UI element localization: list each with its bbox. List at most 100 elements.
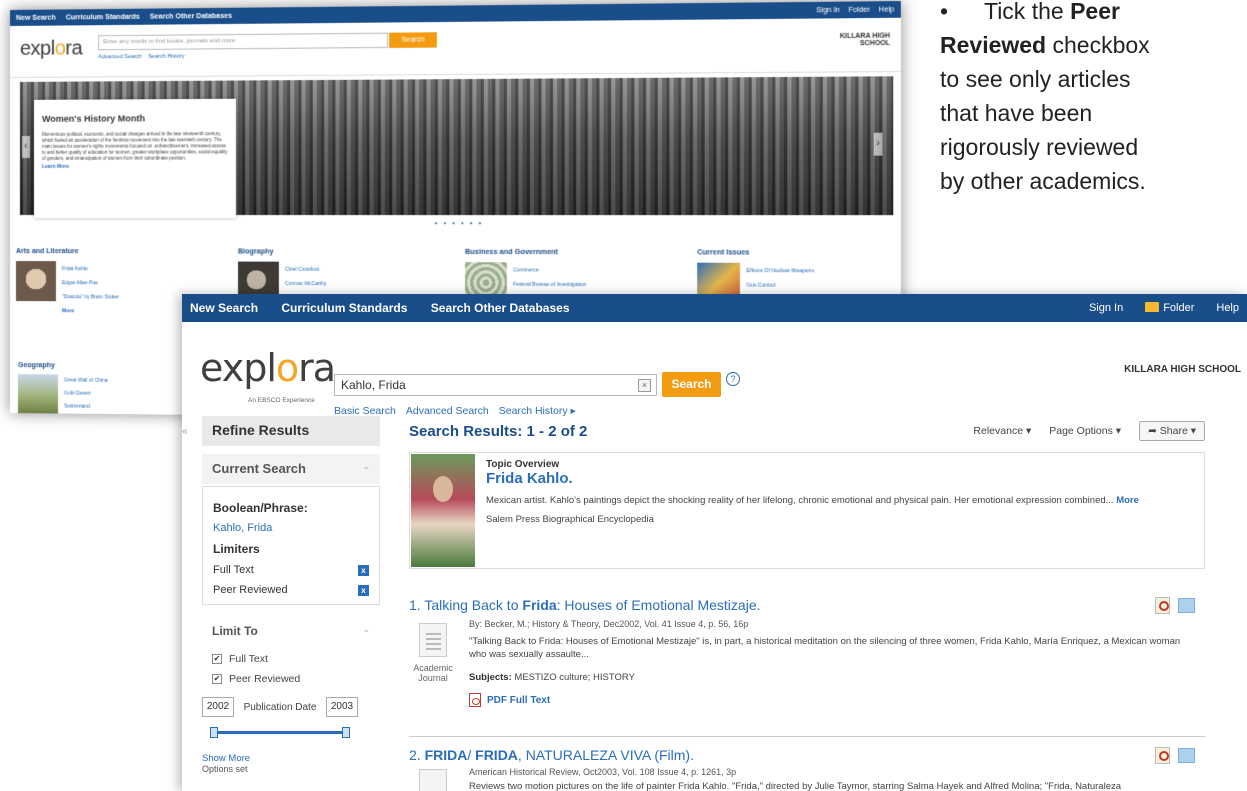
category-biography: Biography Chief Crowfoot Cormac McCarthy <box>238 248 326 303</box>
clear-search-icon[interactable]: × <box>638 379 651 392</box>
help-link[interactable]: Help <box>879 6 895 13</box>
topic-title-link[interactable]: Frida Kahlo. <box>486 470 573 487</box>
advanced-search-link[interactable]: Advanced Search <box>406 405 489 417</box>
banner-prev-arrow[interactable]: ‹ <box>21 135 30 158</box>
date-to-input[interactable]: 2003 <box>326 697 358 717</box>
search-input[interactable]: Enter any words to find books, journals … <box>98 32 389 51</box>
show-more-link[interactable]: Show More <box>202 753 380 764</box>
add-to-folder-icon[interactable] <box>1178 748 1195 763</box>
slider-handle-end[interactable] <box>342 727 350 738</box>
results-screenshot: New Search Curriculum Standards Search O… <box>182 294 1247 791</box>
search-history-link[interactable]: Search History ▸ <box>499 405 576 417</box>
category-title[interactable]: Arts and Literature <box>16 248 79 255</box>
category-link[interactable]: Gobi Desert <box>64 387 145 401</box>
category-link[interactable]: Effects Of Nuclear Weapons <box>746 264 865 279</box>
category-geography: Geography Great Wall of China Gobi Deser… <box>17 362 108 415</box>
category-business: Business and Government Commerce Federal… <box>465 249 586 304</box>
category-title[interactable]: Biography <box>238 248 273 255</box>
topic-image[interactable] <box>411 454 475 567</box>
category-links: Chief Crowfoot Cormac McCarthy <box>285 263 398 292</box>
search-history-link[interactable]: Search History <box>148 54 185 60</box>
category-link[interactable]: Federal Bureau of Investigation <box>513 278 629 293</box>
callout-line-3: to see only articles <box>940 66 1131 92</box>
advanced-search-link[interactable]: Advanced Search <box>98 54 142 60</box>
remove-limiter-icon[interactable]: x <box>358 584 369 596</box>
nav-search-other-databases[interactable]: Search Other Databases <box>150 12 232 20</box>
peer-reviewed-checkbox[interactable]: ✔ <box>212 674 222 684</box>
full-text-checkbox-row[interactable]: ✔ Full Text <box>212 653 380 665</box>
nav-search-other-databases[interactable]: Search Other Databases <box>431 301 570 315</box>
topic-source: Salem Press Biographical Encyclopedia <box>486 514 654 525</box>
nav-curriculum-standards[interactable]: Curriculum Standards <box>66 13 140 21</box>
carousel-dots[interactable]: • • • • • • <box>435 220 483 227</box>
search-header: explora Enter any words to find books, j… <box>10 17 901 78</box>
category-link[interactable]: Frida Kahlo <box>62 262 173 276</box>
sort-dropdown[interactable]: Relevance ▾ <box>973 425 1031 437</box>
search-button[interactable]: Search <box>662 372 721 397</box>
pdf-full-text-link[interactable]: PDF Full Text <box>469 693 550 707</box>
result-title-link[interactable]: 1. Talking Back to Frida: Houses of Emot… <box>409 597 1205 613</box>
category-title[interactable]: Business and Government <box>465 249 558 256</box>
preview-icon[interactable] <box>1155 747 1170 764</box>
peer-reviewed-checkbox-row[interactable]: ✔ Peer Reviewed <box>212 673 380 685</box>
date-from-input[interactable]: 2002 <box>202 697 234 717</box>
current-search-heading[interactable]: Current Search ⌄ <box>202 454 380 484</box>
more-link[interactable]: More <box>62 304 173 319</box>
search-links: Advanced Search Search History <box>98 54 184 61</box>
category-title[interactable]: Current Issues <box>697 249 749 256</box>
share-button[interactable]: ➦ Share ▾ <box>1139 421 1205 441</box>
nav-new-search[interactable]: New Search <box>190 301 258 315</box>
slider-handle-start[interactable] <box>210 727 218 738</box>
category-arts: Arts and Literature Frida Kahlo Edgar Al… <box>15 248 119 314</box>
category-link[interactable]: Chief Crowfoot <box>285 263 398 278</box>
academic-journal-icon <box>419 623 447 657</box>
search-button[interactable]: Search <box>389 32 437 48</box>
category-link[interactable]: Switzerland <box>64 401 145 415</box>
category-thumb[interactable] <box>15 261 56 302</box>
category-link[interactable]: Gun Control <box>746 278 865 293</box>
category-links: Frida Kahlo Edgar Allan Poe "Dracula" by… <box>62 262 173 319</box>
page-options-dropdown[interactable]: Page Options ▾ <box>1049 425 1121 437</box>
explora-logo[interactable]: explora <box>20 37 82 61</box>
category-link[interactable]: Edgar Allan Poe <box>62 276 173 290</box>
add-to-folder-icon[interactable] <box>1178 598 1195 613</box>
collapse-sidebar-icon[interactable]: « <box>182 426 192 437</box>
remove-limiter-icon[interactable]: x <box>358 564 369 576</box>
learn-more-link[interactable]: Learn More <box>42 163 228 170</box>
topic-description: Mexican artist. Kahlo's paintings depict… <box>486 495 1139 506</box>
chevron-down-icon[interactable]: ⌄ <box>362 461 370 477</box>
category-link[interactable]: Great Wall of China <box>64 374 145 388</box>
boolean-value-link[interactable]: Kahlo, Frida <box>213 522 369 534</box>
search-input[interactable]: Kahlo, Frida <box>334 374 657 396</box>
category-link[interactable]: "Dracula" by Bram Stoker <box>62 290 173 305</box>
result-subjects: Subjects: MESTIZO culture; HISTORY <box>469 672 635 683</box>
nav-curriculum-standards[interactable]: Curriculum Standards <box>281 301 407 315</box>
category-thumb[interactable] <box>17 374 58 415</box>
topic-overview: Topic Overview Frida Kahlo. Mexican arti… <box>409 452 1205 569</box>
category-title[interactable]: Geography <box>18 362 55 369</box>
folder-link[interactable]: Folder <box>848 6 870 14</box>
result-title-link[interactable]: 2. FRIDA/ FRIDA, NATURALEZA VIVA (Film). <box>409 747 1205 763</box>
help-icon[interactable]: ? <box>726 372 740 386</box>
sign-in-link[interactable]: Sign In <box>816 6 840 14</box>
topic-more-link[interactable]: More <box>1116 495 1139 506</box>
full-text-checkbox[interactable]: ✔ <box>212 654 222 664</box>
folder-link[interactable]: Folder <box>1145 302 1194 314</box>
limit-to-heading[interactable]: Limit To ⌄ <box>202 619 380 645</box>
nav-new-search[interactable]: New Search <box>16 14 56 21</box>
preview-icon[interactable] <box>1155 597 1170 614</box>
category-link[interactable]: Cormac McCarthy <box>285 277 398 292</box>
help-link[interactable]: Help <box>1216 302 1239 314</box>
school-name: KILLARA HIGH SCHOOL <box>839 32 890 48</box>
topic-overview-label: Topic Overview <box>486 459 560 470</box>
chevron-down-icon[interactable]: ⌄ <box>362 624 370 640</box>
banner-next-arrow[interactable]: › <box>873 132 883 156</box>
refine-results-heading: Refine Results <box>202 416 380 446</box>
callout-line-4: that have been <box>940 100 1093 126</box>
category-link[interactable]: Commerce <box>513 263 629 278</box>
checkbox-label: Peer Reviewed <box>229 673 301 685</box>
sign-in-link[interactable]: Sign In <box>1089 302 1123 314</box>
bullet: • <box>940 0 949 24</box>
date-range-slider[interactable] <box>210 727 350 738</box>
explora-logo[interactable]: explora <box>200 346 336 390</box>
